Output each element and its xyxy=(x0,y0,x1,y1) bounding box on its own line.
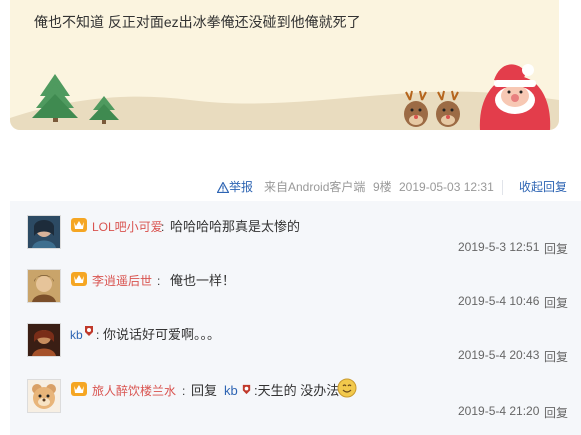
avatar[interactable] xyxy=(27,215,61,249)
reply-item: kb : 你说话好可爱啊。。。 2019-5-4 20:43 回复 xyxy=(10,317,581,371)
christmas-decoration xyxy=(10,64,559,130)
member-badge-icon xyxy=(71,218,87,232)
meta-divider xyxy=(502,180,503,195)
mention-link[interactable]: kb xyxy=(224,383,238,398)
avatar[interactable] xyxy=(27,379,61,413)
reply-prefix: 回复 xyxy=(191,383,218,398)
report-link[interactable]: 举报 xyxy=(217,179,253,195)
reply-colon: : xyxy=(96,328,100,342)
avatar[interactable] xyxy=(27,323,61,357)
reply-username[interactable]: kb xyxy=(70,327,83,343)
reply-button[interactable]: 回复 xyxy=(544,240,568,257)
post-floor: 9楼 xyxy=(373,180,392,194)
santa-icon xyxy=(479,64,551,130)
reply-username[interactable]: 李逍遥后世 xyxy=(92,273,152,289)
reply-colon: : xyxy=(161,220,165,234)
reply-list: LOL吧小可爱 : 哈哈哈哈那真是太惨的 2019-5-3 12:51 回复 李… xyxy=(10,201,581,435)
post-source: 来自Android客户端 xyxy=(264,180,366,194)
member-badge-icon xyxy=(71,272,87,286)
reply-colon: : xyxy=(157,274,161,288)
reply-username[interactable]: LOL吧小可爱 xyxy=(92,219,163,235)
member-badge-icon xyxy=(242,384,251,395)
reply-item: 旅人醉饮楼兰水 : 回复 kb :天生的 没办法 2019-5-4 21:20 … xyxy=(10,373,581,427)
avatar[interactable] xyxy=(27,269,61,303)
reply-username[interactable]: 旅人醉饮楼兰水 xyxy=(92,383,176,399)
reply-text: 哈哈哈哈那真是太惨的 xyxy=(170,219,301,234)
reply-time: 2019-5-4 10:46 xyxy=(458,294,540,308)
reply-text: :天生的 没办法 xyxy=(254,383,340,398)
reply-button[interactable]: 回复 xyxy=(544,294,568,311)
collapse-replies-button[interactable]: 收起回复 xyxy=(519,179,567,195)
reply-time: 2019-5-4 20:43 xyxy=(458,348,540,362)
reply-button[interactable]: 回复 xyxy=(544,348,568,365)
reply-item: LOL吧小可爱 : 哈哈哈哈那真是太惨的 2019-5-3 12:51 回复 xyxy=(10,209,581,263)
member-badge-icon xyxy=(85,326,93,336)
reply-colon: : xyxy=(182,384,186,398)
reply-time: 2019-5-4 21:20 xyxy=(458,404,540,418)
reply-text: 你说话好可爱啊。。。 xyxy=(103,327,221,342)
reply-button[interactable]: 回复 xyxy=(544,404,568,421)
member-badge-icon xyxy=(71,382,87,396)
reply-text: 俺也一样！ xyxy=(170,273,236,288)
christmas-tree-icon xyxy=(32,74,78,122)
emoji-icon xyxy=(337,378,357,398)
reply-time: 2019-5-3 12:51 xyxy=(458,240,540,254)
report-label: 举报 xyxy=(229,180,254,194)
post-content-card: 俺也不知道 反正对面ez出冰拳俺还没碰到他俺就死了 xyxy=(10,0,559,130)
reply-item: 李逍遥后世 : 俺也一样！ 2019-5-4 10:46 回复 xyxy=(10,263,581,317)
warning-icon xyxy=(217,182,229,194)
post-date: 2019-05-03 12:31 xyxy=(399,180,494,194)
